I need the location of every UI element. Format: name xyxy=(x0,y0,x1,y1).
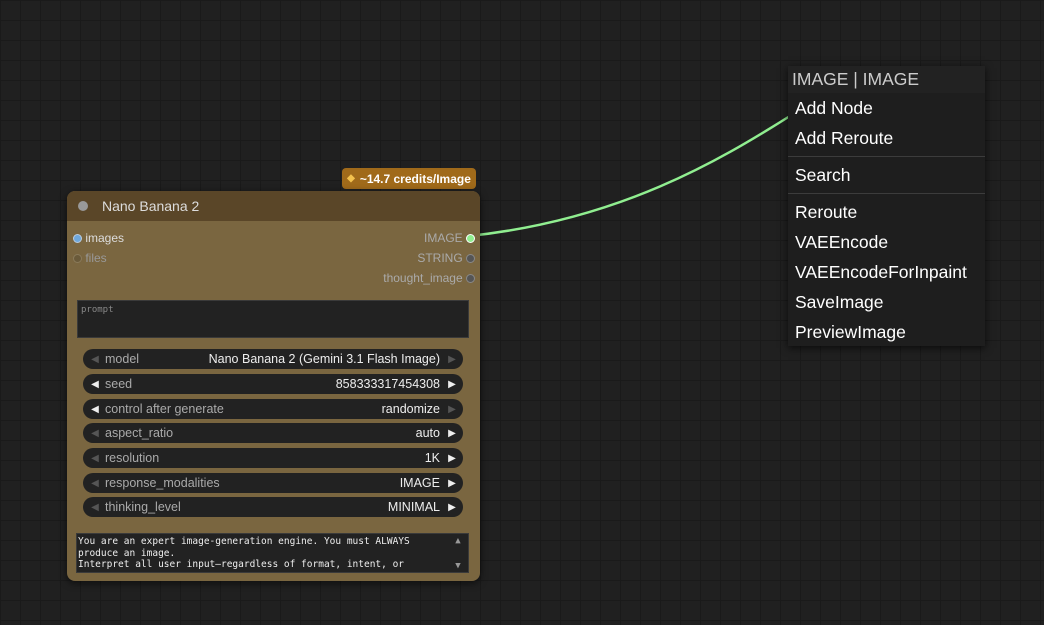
menu-item-vaeencode[interactable]: VAEEncode xyxy=(788,227,985,257)
context-menu: IMAGE | IMAGE Add Node Add Reroute Searc… xyxy=(788,66,985,346)
collapse-dot-icon[interactable] xyxy=(78,201,88,211)
menu-item-previewimage[interactable]: PreviewImage xyxy=(788,317,985,347)
node-header[interactable]: Nano Banana 2 xyxy=(67,191,480,221)
widget-label: thinking_level xyxy=(105,500,181,514)
widget-response-modalities[interactable]: ◀ response_modalities IMAGE ▶ xyxy=(83,473,463,493)
widget-model[interactable]: ◀ model Nano Banana 2 (Gemini 3.1 Flash … xyxy=(83,349,463,369)
widget-label: resolution xyxy=(105,451,160,465)
input-label-files: files xyxy=(85,251,107,265)
increment-arrow-icon[interactable]: ▶ xyxy=(444,354,460,365)
widget-label: control after generate xyxy=(105,402,224,416)
output-slot-string[interactable]: STRING xyxy=(417,251,475,265)
credits-diamond-icon: ◆ xyxy=(347,173,355,184)
widget-value: auto xyxy=(415,426,440,440)
credits-badge: ◆ ~14.7 credits/Image xyxy=(342,168,476,189)
input-label-images: images xyxy=(85,231,125,245)
widget-label: seed xyxy=(105,377,133,391)
credits-text: ~14.7 credits/Image xyxy=(359,171,471,186)
output-dot-icon[interactable] xyxy=(466,274,475,284)
prompt-placeholder: prompt xyxy=(81,305,114,315)
output-slot-image[interactable]: IMAGE xyxy=(424,231,475,245)
system-prompt-textarea[interactable]: You are an expert image-generation engin… xyxy=(76,533,469,573)
widget-resolution[interactable]: ◀ resolution 1K ▶ xyxy=(83,448,463,468)
menu-item-reroute[interactable]: Reroute xyxy=(788,197,985,227)
output-label-image: IMAGE xyxy=(423,231,463,245)
output-dot-icon[interactable] xyxy=(466,254,475,264)
output-slot-thought-image[interactable]: thought_image xyxy=(383,271,475,285)
menu-item-add-reroute[interactable]: Add Reroute xyxy=(788,123,985,153)
scroll-down-icon[interactable]: ▼ xyxy=(455,561,460,573)
menu-item-search[interactable]: Search xyxy=(788,160,985,190)
input-slot-images[interactable]: images xyxy=(73,231,124,245)
decrement-arrow-icon[interactable]: ◀ xyxy=(87,453,103,464)
system-prompt-text: You are an expert image-generation engin… xyxy=(78,536,410,570)
widget-label: response_modalities xyxy=(105,476,220,490)
menu-divider xyxy=(788,193,985,194)
widget-value: MINIMAL xyxy=(387,500,440,514)
increment-arrow-icon[interactable]: ▶ xyxy=(444,428,460,439)
output-label-string: STRING xyxy=(417,251,463,265)
node-title: Nano Banana 2 xyxy=(102,198,200,214)
widget-label: aspect_ratio xyxy=(105,426,174,440)
widget-value: 1K xyxy=(424,451,440,465)
decrement-arrow-icon[interactable]: ◀ xyxy=(87,428,103,439)
widget-thinking-level[interactable]: ◀ thinking_level MINIMAL ▶ xyxy=(83,497,463,517)
widget-control-after-generate[interactable]: ◀ control after generate randomize ▶ xyxy=(83,399,463,419)
menu-item-vaeencodeforinpaint[interactable]: VAEEncodeForInpaint xyxy=(788,257,985,287)
input-dot-icon[interactable] xyxy=(73,234,82,244)
input-dot-icon[interactable] xyxy=(73,254,82,264)
menu-item-add-node[interactable]: Add Node xyxy=(788,93,985,123)
input-slot-files[interactable]: files xyxy=(73,251,107,265)
output-dot-icon[interactable] xyxy=(466,234,475,244)
widget-value: Nano Banana 2 (Gemini 3.1 Flash Image) xyxy=(208,352,440,366)
scroll-up-icon[interactable]: ▲ xyxy=(455,536,460,548)
widget-value: randomize xyxy=(381,402,440,416)
decrement-arrow-icon[interactable]: ◀ xyxy=(87,502,103,513)
decrement-arrow-icon[interactable]: ◀ xyxy=(87,354,103,365)
output-label-thought-image: thought_image xyxy=(383,271,463,285)
decrement-arrow-icon[interactable]: ◀ xyxy=(87,379,103,390)
widget-value: IMAGE xyxy=(399,476,440,490)
decrement-arrow-icon[interactable]: ◀ xyxy=(87,478,103,489)
increment-arrow-icon[interactable]: ▶ xyxy=(444,404,460,415)
increment-arrow-icon[interactable]: ▶ xyxy=(444,502,460,513)
prompt-input[interactable]: prompt xyxy=(77,300,469,338)
menu-divider xyxy=(788,156,985,157)
decrement-arrow-icon[interactable]: ◀ xyxy=(87,404,103,415)
textarea-scrollbar[interactable]: ▲ ▼ xyxy=(452,536,464,572)
widget-aspect-ratio[interactable]: ◀ aspect_ratio auto ▶ xyxy=(83,423,463,443)
increment-arrow-icon[interactable]: ▶ xyxy=(444,453,460,464)
increment-arrow-icon[interactable]: ▶ xyxy=(444,379,460,390)
menu-item-saveimage[interactable]: SaveImage xyxy=(788,287,985,317)
widget-label: model xyxy=(105,352,140,366)
nano-banana-node[interactable]: Nano Banana 2 images files IMAGE STRING … xyxy=(67,191,480,581)
widget-value: 858333317454308 xyxy=(335,377,440,391)
increment-arrow-icon[interactable]: ▶ xyxy=(444,478,460,489)
widget-seed[interactable]: ◀ seed 858333317454308 ▶ xyxy=(83,374,463,394)
menu-title: IMAGE | IMAGE xyxy=(788,66,985,93)
